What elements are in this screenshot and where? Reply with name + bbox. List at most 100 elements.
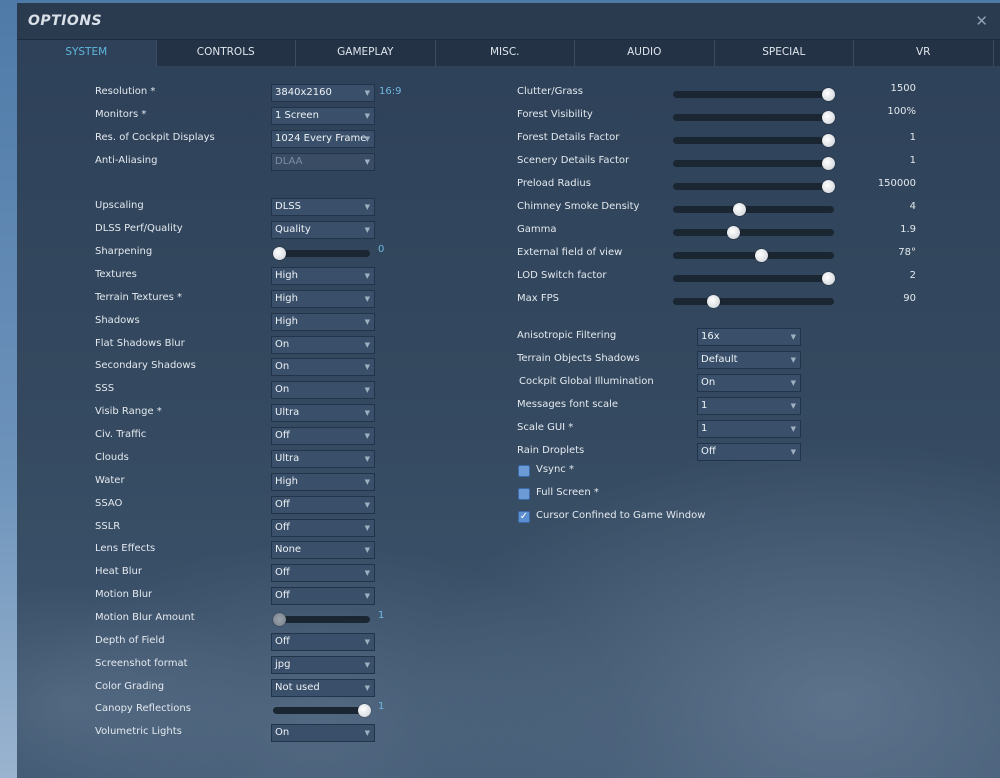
chevron-down-icon: ▼	[364, 500, 370, 509]
depth-of-field-dropdown-value: Off	[275, 635, 290, 647]
gamma-value: 1.9	[900, 224, 916, 235]
ssao-dropdown-value: Off	[275, 498, 290, 510]
scenery-details-factor-slider[interactable]	[673, 157, 835, 170]
max-fps-slider[interactable]	[673, 295, 834, 308]
volumetric-lights-dropdown[interactable]: On ▼	[271, 724, 375, 743]
full-screen-checkbox[interactable]	[518, 488, 530, 500]
sss-dropdown-value: On	[275, 384, 290, 396]
tab-vr[interactable]: VR	[854, 40, 994, 66]
cockpit-global-illumination-dropdown[interactable]: On ▼	[697, 374, 801, 392]
chevron-down-icon: ▼	[364, 203, 370, 212]
res-of-cockpit-displays-dropdown[interactable]: 1024 Every Frame ▼	[271, 129, 375, 148]
messages-font-scale-label: Messages font scale	[517, 399, 619, 410]
forest-visibility-slider[interactable]	[673, 111, 835, 124]
shadows-dropdown-value: High	[275, 315, 298, 327]
sharpening-slider[interactable]	[273, 247, 370, 261]
chevron-down-icon: ▼	[364, 271, 370, 280]
gamma-slider[interactable]	[673, 226, 834, 239]
sss-dropdown[interactable]: On ▼	[271, 381, 375, 400]
tab-audio[interactable]: AUDIO	[575, 40, 715, 66]
slider-thumb[interactable]	[822, 111, 835, 124]
close-icon[interactable]: ✕	[975, 12, 988, 30]
dlss-perf-quality-label: DLSS Perf/Quality	[95, 223, 183, 235]
slider-thumb[interactable]	[822, 180, 835, 193]
chevron-down-icon: ▼	[364, 111, 370, 120]
visib-range-dropdown[interactable]: Ultra ▼	[271, 404, 375, 423]
upscaling-dropdown[interactable]: DLSS ▼	[271, 198, 375, 217]
messages-font-scale-dropdown[interactable]: 1 ▼	[697, 397, 801, 415]
chevron-down-icon: ▼	[364, 523, 370, 532]
chimney-smoke-density-value: 4	[909, 201, 916, 212]
slider-thumb[interactable]	[273, 247, 286, 261]
motion-blur-dropdown[interactable]: Off ▼	[271, 587, 375, 606]
tab-special[interactable]: SPECIAL	[715, 40, 854, 66]
slider-thumb[interactable]	[822, 272, 835, 285]
slider-thumb[interactable]	[822, 134, 835, 147]
dlss-perf-quality-dropdown[interactable]: Quality ▼	[271, 221, 375, 240]
anisotropic-filtering-label: Anisotropic Filtering	[517, 330, 617, 341]
secondary-shadows-dropdown[interactable]: On ▼	[271, 358, 375, 377]
resolution-dropdown[interactable]: 3840x2160 ▼	[271, 84, 375, 102]
slider-thumb[interactable]	[707, 295, 721, 308]
chevron-down-icon: ▼	[364, 340, 370, 349]
slider-thumb[interactable]	[822, 88, 835, 101]
vsync-checkbox[interactable]	[518, 465, 530, 477]
monitors-label: Monitors *	[95, 108, 147, 120]
flat-shadows-blur-dropdown[interactable]: On ▼	[271, 335, 375, 354]
clutter-grass-slider[interactable]	[673, 88, 835, 101]
shadows-dropdown[interactable]: High ▼	[271, 312, 375, 331]
tab-controls[interactable]: CONTROLS	[157, 40, 296, 66]
tab-system[interactable]: SYSTEM	[17, 40, 157, 66]
preload-radius-slider[interactable]	[673, 180, 835, 193]
visib-range-dropdown-value: Ultra	[275, 407, 300, 419]
sslr-dropdown[interactable]: Off ▼	[271, 518, 375, 537]
chevron-down-icon: ▼	[790, 379, 796, 387]
chimney-smoke-density-slider[interactable]	[673, 203, 834, 216]
tab-misc[interactable]: MISC.	[436, 40, 575, 66]
canopy-reflections-slider[interactable]	[273, 704, 371, 718]
ssao-dropdown[interactable]: Off ▼	[271, 495, 375, 514]
lod-switch-factor-slider[interactable]	[673, 272, 835, 285]
terrain-textures-dropdown[interactable]: High ▼	[271, 289, 375, 308]
water-label: Water	[95, 474, 125, 486]
water-dropdown[interactable]: High ▼	[271, 472, 375, 491]
chevron-down-icon: ▼	[364, 454, 370, 463]
scale-gui-label: Scale GUI *	[517, 422, 574, 433]
cockpit-global-illumination-dropdown-value: On	[701, 377, 716, 388]
cursor-confined-to-game-window-checkbox[interactable]: ✓	[518, 511, 530, 523]
heat-blur-dropdown[interactable]: Off ▼	[271, 564, 375, 583]
clouds-dropdown-value: Ultra	[275, 452, 300, 464]
anisotropic-filtering-dropdown[interactable]: 16x ▼	[697, 328, 801, 346]
textures-dropdown[interactable]: High ▼	[271, 266, 375, 285]
forest-details-factor-slider[interactable]	[673, 134, 835, 147]
slider-thumb[interactable]	[754, 249, 768, 262]
resolution-dropdown-value: 3840x2160	[275, 87, 332, 98]
scenery-details-factor-value: 1	[909, 155, 916, 166]
terrain-objects-shadows-dropdown[interactable]: Default ▼	[697, 351, 801, 369]
slider-thumb[interactable]	[358, 704, 371, 718]
chevron-down-icon: ▼	[790, 448, 796, 456]
slider-thumb[interactable]	[732, 203, 746, 216]
chevron-down-icon: ▼	[790, 402, 796, 410]
canopy-reflections-value: 1	[378, 701, 385, 713]
scale-gui-dropdown-value: 1	[701, 423, 708, 434]
clouds-dropdown[interactable]: Ultra ▼	[271, 449, 375, 468]
civ-traffic-dropdown[interactable]: Off ▼	[271, 427, 375, 446]
monitors-dropdown[interactable]: 1 Screen ▼	[271, 106, 375, 125]
ssao-label: SSAO	[95, 497, 123, 509]
external-field-of-view-slider[interactable]	[673, 249, 834, 262]
rain-droplets-dropdown[interactable]: Off ▼	[697, 443, 801, 461]
canopy-reflections-label: Canopy Reflections	[95, 703, 191, 715]
water-dropdown-value: High	[275, 475, 298, 487]
forest-details-factor-value: 1	[909, 132, 916, 143]
color-grading-dropdown[interactable]: Not used ▼	[271, 678, 375, 697]
full-screen-label: Full Screen *	[536, 487, 599, 498]
slider-thumb[interactable]	[822, 157, 835, 170]
depth-of-field-dropdown[interactable]: Off ▼	[271, 632, 375, 651]
tab-gameplay[interactable]: GAMEPLAY	[296, 40, 436, 66]
lens-effects-dropdown[interactable]: None ▼	[271, 541, 375, 560]
scale-gui-dropdown[interactable]: 1 ▼	[697, 420, 801, 438]
screenshot-format-dropdown[interactable]: jpg ▼	[271, 655, 375, 674]
title-bar: OPTIONS ✕	[17, 3, 1000, 40]
slider-thumb[interactable]	[726, 226, 740, 239]
